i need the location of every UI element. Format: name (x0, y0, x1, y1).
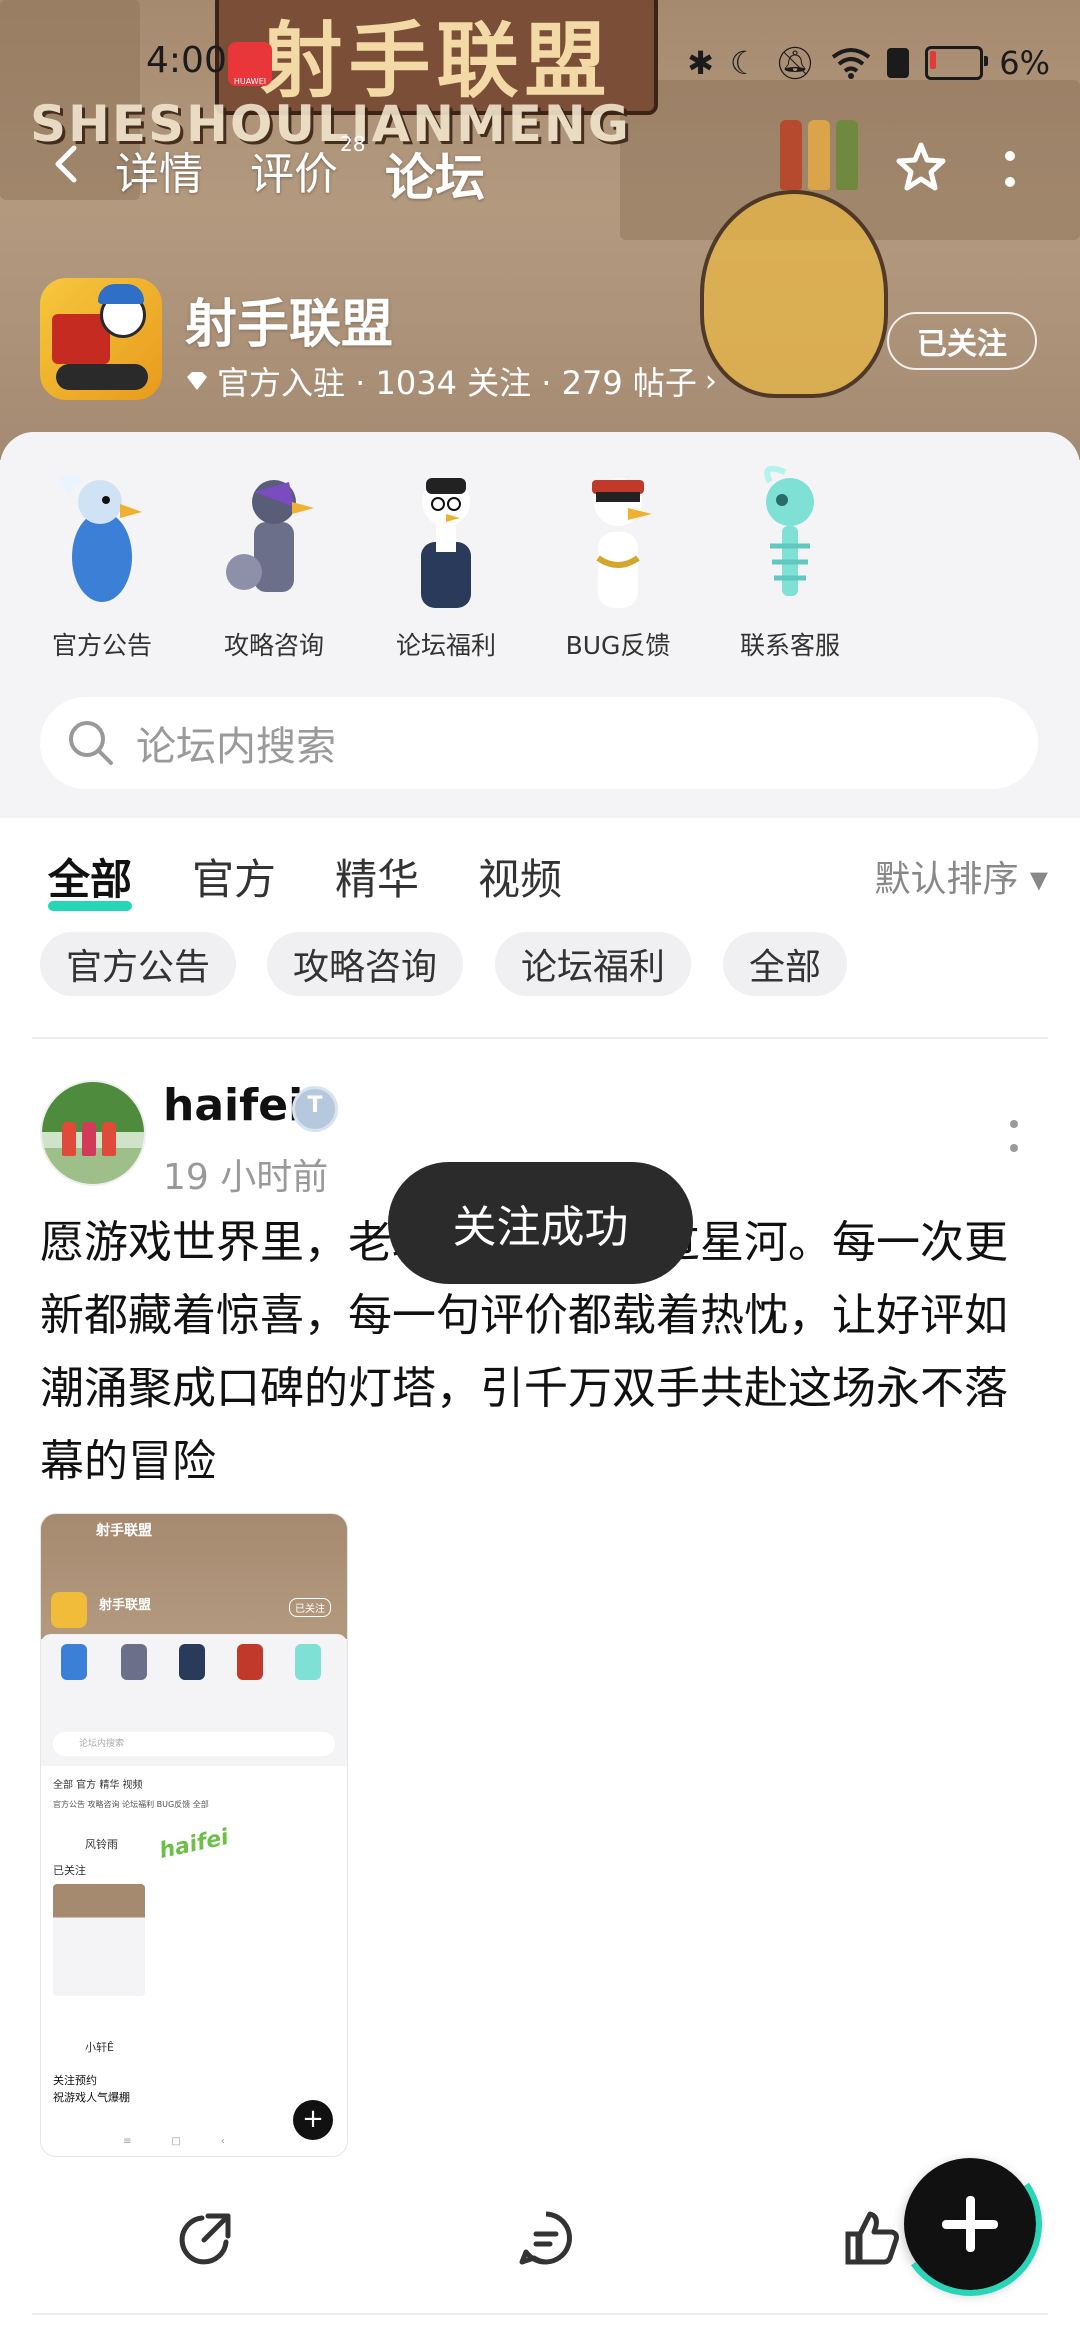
suit-bird-icon (421, 478, 471, 608)
post-more-icon[interactable] (1010, 1118, 1018, 1154)
category-label: 官方公告 (51, 631, 152, 660)
filter-chip[interactable]: 官方公告 (40, 932, 237, 996)
forum-feed: 全部 官方 精华 视频 默认排序 ▾ 官方公告 攻略咨询 论坛福利 全部 hai… (0, 818, 1080, 2340)
create-post-button[interactable] (904, 2158, 1036, 2290)
game-meta-text: 官方入驻 · 1034 关注 · 279 帖子 (217, 364, 697, 402)
thumb-followed: 已关注 (53, 1864, 86, 1877)
mute-icon: 🔕︎ (774, 44, 816, 82)
skeleton-bird-icon (764, 465, 814, 596)
thumb-tabs: 全部 官方 精华 视频 (53, 1780, 143, 1791)
bluetooth-icon: ✱ (687, 44, 714, 82)
thumb-text: 祝游戏人气爆棚 (53, 2091, 130, 2104)
category-label: 攻略咨询 (223, 631, 324, 660)
category-label: 论坛福利 (395, 631, 496, 660)
feed-tab-all[interactable]: 全部 (48, 846, 133, 911)
toast-message: 关注成功 (388, 1162, 693, 1284)
category-panel: 官方公告 攻略咨询 论坛福利 BUG反馈 联系客服 论坛内搜索 (0, 432, 1080, 817)
category-bug-report[interactable]: BUG反馈 (538, 462, 698, 662)
carrier-icon: HUAWEI (228, 42, 272, 86)
sim-icon (887, 48, 910, 78)
thumb-text: 关注预约 (53, 2074, 97, 2087)
category-official-announcements[interactable]: 官方公告 (22, 462, 182, 662)
category-forum-benefits[interactable]: 论坛福利 (366, 462, 526, 662)
like-icon[interactable] (842, 2208, 902, 2268)
category-strategy[interactable]: 攻略咨询 (194, 462, 354, 662)
bandana-bird-icon (592, 478, 652, 608)
forum-search-input[interactable]: 论坛内搜索 (40, 697, 1038, 789)
thumb-user: 风铃雨 (85, 1838, 118, 1851)
status-time: 4:00 (146, 40, 227, 81)
share-icon[interactable] (176, 2208, 236, 2268)
avatar[interactable] (40, 1080, 146, 1186)
search-icon (69, 721, 113, 765)
thumb-search: 论坛内搜索 (53, 1732, 335, 1756)
thumb-title: 射手联盟 (96, 1523, 152, 1539)
star-icon[interactable] (893, 140, 949, 196)
feed-tab-official[interactable]: 官方 (192, 846, 276, 907)
filter-chip[interactable]: 论坛福利 (495, 932, 692, 996)
status-bar: 4:00 HUAWEI ✱ ☾ 🔕︎ 6% (0, 0, 1080, 130)
status-icons: ✱ ☾ 🔕︎ 6% (687, 44, 1050, 82)
battery-percent: 6% (999, 44, 1050, 82)
top-nav: 详情 评价 28 论坛 (0, 130, 1080, 210)
back-icon[interactable] (48, 144, 88, 184)
filter-chip[interactable]: 攻略咨询 (267, 932, 464, 996)
plus-icon (966, 2196, 975, 2252)
game-logo[interactable] (40, 278, 162, 400)
feed-tab-video[interactable]: 视频 (478, 846, 562, 907)
feed-tab-featured[interactable]: 精华 (335, 846, 419, 907)
reviews-count: 28 (340, 132, 366, 156)
post-image[interactable]: 射手联盟 射手联盟 已关注 论坛内搜索 全部 官方 精华 视频 官方公告 攻略咨… (40, 1513, 348, 2157)
sort-dropdown[interactable]: 默认排序 ▾ (874, 850, 1048, 902)
tab-forum[interactable]: 论坛 (385, 138, 485, 210)
filter-chip[interactable]: 全部 (723, 932, 848, 996)
game-name: 射手联盟 (185, 295, 394, 355)
chevron-right-icon: › (704, 363, 717, 399)
post-username[interactable]: haifei (163, 1080, 303, 1131)
game-meta[interactable]: 官方入驻 · 1034 关注 · 279 帖子 › (185, 358, 717, 404)
tab-details[interactable]: 详情 (115, 138, 203, 202)
thumb-nav-icons: ≡□‹ (123, 2136, 265, 2147)
post-time: 19 小时前 (163, 1157, 329, 1198)
battery-icon (925, 46, 989, 80)
blue-bird-icon (60, 474, 142, 602)
thumb-chips: 官方公告 攻略咨询 论坛福利 BUG反馈 全部 (53, 1800, 209, 1809)
divider (32, 1037, 1048, 1039)
moon-icon: ☾ (729, 44, 759, 82)
comment-icon[interactable] (516, 2208, 576, 2268)
followed-button[interactable]: 已关注 (887, 312, 1037, 370)
thumb-game-name: 射手联盟 (99, 1598, 152, 1613)
category-customer-service[interactable]: 联系客服 (710, 462, 870, 662)
divider (32, 2313, 1048, 2315)
category-label: BUG反馈 (565, 631, 671, 660)
thumb-plus-icon: + (293, 2100, 333, 2140)
user-level-badge-icon (292, 1086, 338, 1132)
thumb-user: 小轩Ê (85, 2041, 114, 2054)
mecha-bird-icon (226, 480, 314, 592)
search-placeholder: 论坛内搜索 (136, 724, 336, 770)
tab-reviews[interactable]: 评价 (250, 138, 338, 202)
category-label: 联系客服 (739, 631, 840, 660)
wifi-icon (832, 48, 871, 79)
more-icon[interactable] (1000, 148, 1020, 192)
thumb-follow: 已关注 (289, 1598, 331, 1617)
banner-character-decor (700, 190, 888, 398)
diamond-icon (187, 372, 207, 390)
